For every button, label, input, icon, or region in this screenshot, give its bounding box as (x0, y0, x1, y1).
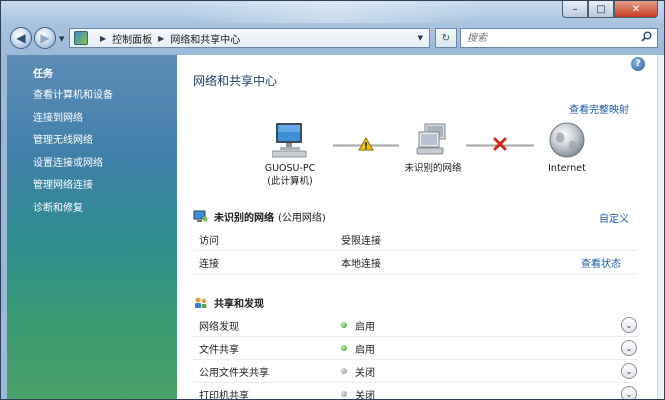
row-key: 访问 (199, 235, 219, 247)
network-section-header: 未识别的网络 (公用网络) (193, 207, 645, 225)
main-content: ? 网络和共享中心 查看完整映射 GUOSU-PC (此计算机) 未识别的网络 (177, 55, 657, 400)
status-text: 关闭 (355, 390, 375, 400)
network-type: (公用网络) (278, 212, 326, 224)
help-icon[interactable]: ? (631, 57, 645, 71)
row-value: 受限连接 (341, 235, 381, 247)
back-button[interactable]: ◀ (10, 27, 32, 49)
sharing-title: 共享和发现 (214, 298, 264, 310)
search-input[interactable] (467, 30, 641, 46)
row-value: 启用 (341, 341, 375, 356)
row-key: 公用文件夹共享 (199, 367, 269, 379)
customize-link[interactable]: 自定义 (599, 210, 629, 225)
address-dropdown-icon[interactable]: ▼ (418, 34, 423, 42)
sharing-section-header: 共享和发现 (193, 293, 645, 311)
sharing-row-public-folder: 公用文件夹共享 关闭 ⌄ (193, 360, 637, 383)
explorer-window: – □ ✕ ◀ ▶ ▼ ▶ 控制面板 ▶ 网络和共享中心 ▼ ↻ 任务 查看计算… (0, 0, 665, 400)
warning-icon[interactable] (358, 137, 374, 151)
row-key: 网络发现 (199, 321, 239, 333)
maximize-button[interactable]: □ (588, 1, 614, 18)
status-text: 关闭 (355, 367, 375, 379)
row-key: 打印机共享 (199, 390, 249, 400)
disconnected-icon[interactable] (493, 137, 507, 151)
network-row-connection: 连接 本地连接 查看状态 (193, 251, 637, 274)
expand-chevron-icon[interactable]: ⌄ (621, 363, 637, 379)
expand-chevron-icon[interactable]: ⌄ (621, 340, 637, 356)
breadcrumb-network-center[interactable]: 网络和共享中心 (170, 31, 240, 46)
sidebar-item-connect-network[interactable]: 连接到网络 (7, 108, 177, 131)
minimize-button[interactable]: – (562, 1, 588, 18)
expand-chevron-icon[interactable]: ⌄ (621, 386, 637, 399)
network-small-icon (193, 210, 208, 222)
sharing-row-printer-sharing: 打印机共享 关闭 ⌄ (193, 383, 637, 400)
network-icon[interactable] (415, 122, 451, 158)
sharing-row-network-discovery: 网络发现 启用 ⌄ (193, 314, 637, 337)
computer-sub-label: (此计算机) (267, 176, 313, 187)
status-off-icon (341, 391, 347, 397)
globe-icon[interactable] (548, 121, 586, 159)
sidebar-item-manage-wireless[interactable]: 管理无线网络 (7, 130, 177, 153)
search-box[interactable] (460, 28, 658, 48)
title-bar-glass (181, 1, 481, 23)
control-panel-icon (74, 31, 88, 45)
window-controls: – □ ✕ (562, 1, 658, 19)
network-node-label: 未识别的网络 (404, 163, 462, 174)
breadcrumb-separator[interactable]: ▶ (158, 34, 164, 43)
computer-name-label: GUOSU-PC (264, 163, 316, 174)
page-title: 网络和共享中心 (193, 74, 278, 88)
sidebar-item-manage-connections[interactable]: 管理网络连接 (7, 175, 177, 198)
view-status-link[interactable]: 查看状态 (581, 255, 621, 270)
computer-icon[interactable] (272, 121, 308, 159)
sidebar-item-view-computers[interactable]: 查看计算机和设备 (7, 85, 177, 108)
tasks-title: 任务 (33, 69, 53, 80)
row-value: 本地连接 (341, 258, 381, 270)
expand-chevron-icon[interactable]: ⌄ (621, 317, 637, 333)
row-key: 文件共享 (199, 344, 239, 356)
status-off-icon (341, 368, 347, 374)
forward-button[interactable]: ▶ (34, 27, 56, 49)
status-text: 启用 (355, 344, 375, 356)
tasks-sidebar: 任务 查看计算机和设备 连接到网络 管理无线网络 设置连接或网络 管理网络连接 … (7, 55, 177, 399)
row-value: 关闭 (341, 364, 375, 379)
sidebar-item-setup-connection[interactable]: 设置连接或网络 (7, 153, 177, 176)
network-name: 未识别的网络 (214, 212, 274, 224)
row-key: 连接 (199, 258, 219, 270)
recent-pages-dropdown[interactable]: ▼ (59, 35, 64, 43)
status-on-icon (341, 322, 347, 328)
sharing-row-file-sharing: 文件共享 启用 ⌄ (193, 337, 637, 360)
breadcrumb-control-panel[interactable]: 控制面板 (112, 31, 152, 46)
status-on-icon (341, 345, 347, 351)
internet-label: Internet (548, 163, 586, 174)
sharing-icon (195, 297, 207, 308)
vertical-scrollbar[interactable] (657, 55, 664, 399)
status-text: 启用 (355, 321, 375, 333)
sidebar-item-diagnose-repair[interactable]: 诊断和修复 (7, 198, 177, 221)
address-bar[interactable]: ▶ 控制面板 ▶ 网络和共享中心 ▼ (69, 28, 430, 48)
navigation-bar: ◀ ▶ ▼ ▶ 控制面板 ▶ 网络和共享中心 ▼ ↻ (1, 23, 664, 55)
row-value: 关闭 (341, 387, 375, 400)
row-value: 启用 (341, 318, 375, 333)
search-icon[interactable] (641, 31, 652, 45)
view-full-map-link[interactable]: 查看完整映射 (569, 101, 629, 116)
refresh-button[interactable]: ↻ (435, 28, 457, 48)
close-button[interactable]: ✕ (614, 1, 658, 18)
network-row-access: 访问 受限连接 (193, 228, 637, 251)
breadcrumb-separator[interactable]: ▶ (100, 34, 106, 43)
